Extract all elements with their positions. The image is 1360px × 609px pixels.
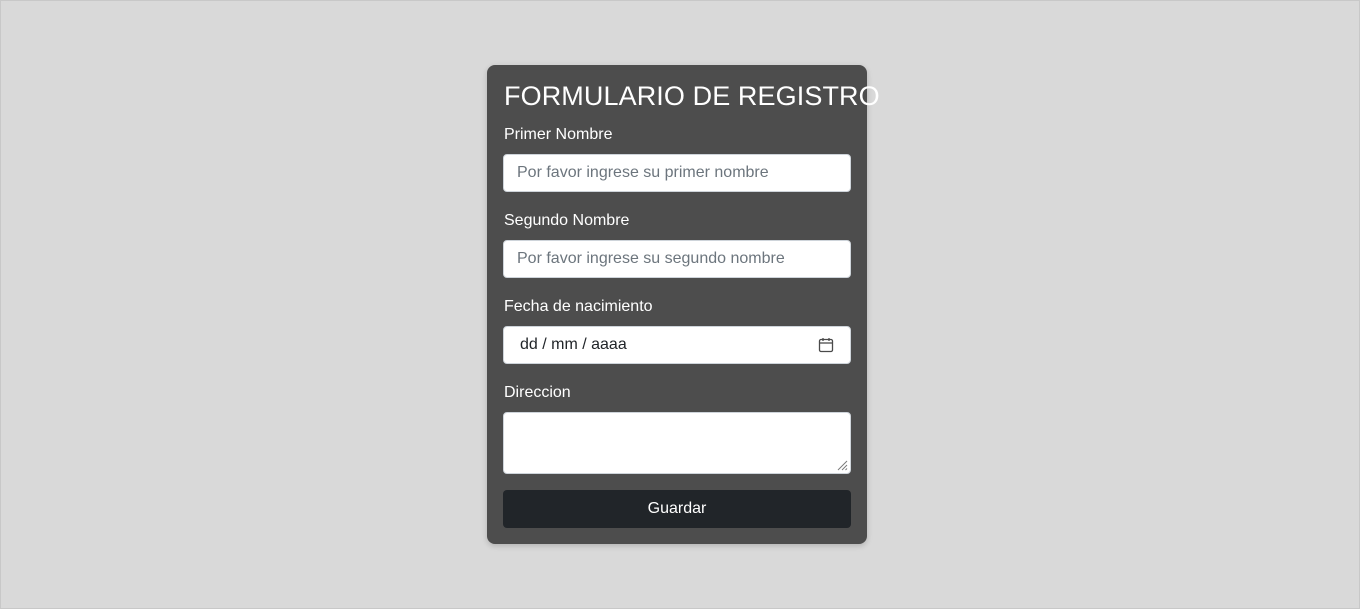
save-button[interactable]: Guardar (503, 490, 851, 528)
birth-date-label: Fecha de nacimiento (504, 298, 653, 315)
address-label: Direccion (504, 384, 571, 401)
address-textarea[interactable] (503, 412, 851, 474)
second-name-input[interactable] (503, 240, 851, 278)
first-name-input[interactable] (503, 154, 851, 192)
first-name-label: Primer Nombre (504, 126, 613, 143)
registration-form-card: FORMULARIO DE REGISTRO Primer Nombre Seg… (487, 65, 880, 544)
calendar-icon[interactable] (818, 337, 834, 353)
form-title: FORMULARIO DE REGISTRO (504, 81, 880, 111)
calendar-icon-graphic (818, 338, 834, 353)
resize-handle-icon[interactable] (836, 459, 848, 471)
birth-date-input[interactable]: dd / mm / aaaa (503, 326, 851, 364)
second-name-label: Segundo Nombre (504, 212, 630, 229)
birth-date-placeholder: dd / mm / aaaa (520, 336, 627, 353)
